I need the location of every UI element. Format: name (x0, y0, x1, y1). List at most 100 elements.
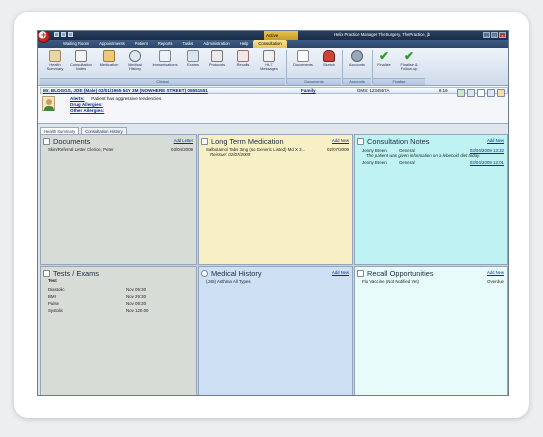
save-icon[interactable] (54, 32, 59, 37)
patient-card-icon[interactable] (457, 89, 465, 97)
recall-status: Overdue (487, 279, 504, 284)
undo-icon[interactable] (68, 32, 73, 37)
hl7-messages-label: HL7 Messages (260, 62, 278, 72)
health-summary-button[interactable]: Health Summary (44, 50, 66, 72)
test-name[interactable]: Systolic (48, 308, 63, 313)
alert-icon[interactable] (497, 89, 505, 97)
syringe-icon (159, 50, 171, 62)
medication-title: Long Term Medication (201, 137, 284, 146)
document-row[interactable]: Skin/Referral Letter Clerice, Peter (48, 147, 114, 152)
tab-waiting-room[interactable]: Waiting Room (58, 40, 94, 48)
recall-row[interactable]: Flu Vaccine (Not Notified Yet) (362, 279, 419, 284)
recall-panel: Recall Opportunities Add New Flu Vaccine… (354, 266, 508, 395)
tab-tasks[interactable]: Tasks (177, 40, 198, 48)
consultation-row-note: The patient was given information on a l… (366, 153, 481, 158)
tab-patient[interactable]: Patient (130, 40, 153, 48)
add-letter-link[interactable]: Add Letter (174, 138, 193, 143)
tests-title-text: Tests / Exams (53, 269, 99, 278)
tab-reports[interactable]: Reports (153, 40, 178, 48)
close-icon[interactable]: × (499, 32, 506, 38)
medication-button[interactable]: Medication (98, 50, 120, 67)
phone-icon[interactable] (467, 89, 475, 97)
documents-title: Documents (43, 137, 90, 146)
gms-number: GMS: 1234567A (357, 88, 390, 93)
accounts-button[interactable]: Accounts (346, 50, 368, 67)
window-title: Helix Practice Manager TheSurgery, ThePr… (334, 32, 431, 37)
notes-pen-icon (75, 50, 87, 62)
patient-name-link[interactable]: Mr. BLOGGS, JOE (Male) 02/01/1955 54Y 3M… (43, 88, 208, 93)
medication-label: Medication (99, 62, 119, 67)
test-name[interactable]: Pulse (48, 301, 59, 306)
recall-title: Recall Opportunities (357, 269, 434, 278)
sketch-button[interactable]: Sketch (320, 50, 338, 67)
title-bar: Active Helix Practice Manager TheSurgery… (38, 31, 508, 43)
history-row[interactable]: (J45) Asthma All Types (206, 279, 251, 284)
consultation-row-date[interactable]: 03/04/2009 12:01 (470, 160, 504, 165)
immunisations-button[interactable]: Immunisations (150, 50, 180, 67)
consultation-notes-button[interactable]: Consultation Notes (69, 50, 93, 72)
protocols-icon (211, 50, 223, 62)
calendar-icon (357, 270, 364, 277)
consultation-row-who[interactable]: Jenny Breen (362, 160, 387, 165)
tab-administration[interactable]: Administration (198, 40, 235, 48)
time-display: 8:16 (439, 88, 448, 93)
alerts-text: Patient has aggressive tendencies (91, 96, 162, 101)
consultation-row-type: General (399, 160, 415, 165)
other-allergies-link[interactable]: Other Allergies: (70, 108, 104, 114)
patient-icons (457, 89, 505, 97)
finalise-follow-up-label: Finalise & Follow-up (400, 62, 418, 72)
document-icon[interactable] (477, 89, 485, 97)
exams-button[interactable]: Exams (184, 50, 202, 67)
finalise-follow-up-button[interactable]: ✔ Finalise & Follow-up (396, 50, 422, 72)
tests-title: Tests / Exams (43, 269, 99, 278)
medical-history-label: Medical History (128, 62, 142, 72)
sketch-label: Sketch (323, 62, 335, 67)
coins-icon (351, 50, 363, 62)
family-link[interactable]: Family (301, 88, 316, 93)
stethoscope-icon (129, 50, 141, 62)
test-value: Nov 120.00 (126, 308, 149, 313)
finalise-button[interactable]: ✔ Finalise (375, 50, 393, 67)
add-medication-link[interactable]: Add New (332, 138, 349, 143)
test-name[interactable]: BMI (48, 294, 56, 299)
protocols-button[interactable]: Protocols (205, 50, 229, 67)
app-orb-icon[interactable] (38, 31, 50, 43)
medical-history-button[interactable]: Medical History (124, 50, 146, 72)
minimize-icon[interactable]: – (483, 32, 490, 38)
medication-panel: Long Term Medication Add New Salbutamol … (198, 134, 353, 265)
exams-label: Exams (187, 62, 199, 67)
medication-title-text: Long Term Medication (211, 137, 284, 146)
recalls-button[interactable]: Recalls (233, 50, 253, 67)
hl7-messages-button[interactable]: HL7 Messages (257, 50, 281, 72)
message-icon (263, 50, 275, 62)
recalls-label: Recalls (236, 62, 250, 67)
consultation-notes-panel: Consultation Notes Add New Jenny Breen G… (354, 134, 508, 265)
add-recall-link[interactable]: Add New (487, 270, 504, 275)
people-icon[interactable] (487, 89, 495, 97)
medical-history-panel: Medical History Add New (J45) Asthma All… (198, 266, 353, 395)
documents-label: Documents (293, 62, 313, 67)
calendar-icon (237, 50, 249, 62)
group-clinical: Clinical (40, 78, 285, 85)
documents-button[interactable]: Documents (290, 50, 316, 67)
consultation-notes-title-text: Consultation Notes (367, 137, 430, 146)
add-consultation-link[interactable]: Add New (487, 138, 504, 143)
medication-date: 02/07/2009 (327, 147, 349, 152)
tab-consultation[interactable]: Consultation (253, 40, 287, 48)
window-controls: – □ × (483, 32, 506, 38)
protocols-label: Protocols (208, 62, 226, 67)
app-window: Active Helix Practice Manager TheSurgery… (37, 30, 509, 396)
pills-icon (103, 50, 115, 62)
tab-appointments[interactable]: Appointments (94, 40, 130, 48)
test-tubes-icon (187, 50, 199, 62)
add-history-link[interactable]: Add New (332, 270, 349, 275)
patient-alerts: Alerts: Patient has aggressive tendencie… (70, 96, 161, 114)
print-icon[interactable] (61, 32, 66, 37)
tab-help[interactable]: Help (235, 40, 254, 48)
test-name[interactable]: Diastolic (48, 287, 65, 292)
maximize-icon[interactable]: □ (491, 32, 498, 38)
document-icon (297, 50, 309, 62)
accounts-label: Accounts (348, 62, 365, 67)
pills-icon (201, 138, 208, 145)
health-summary-label: Health Summary (46, 62, 64, 72)
